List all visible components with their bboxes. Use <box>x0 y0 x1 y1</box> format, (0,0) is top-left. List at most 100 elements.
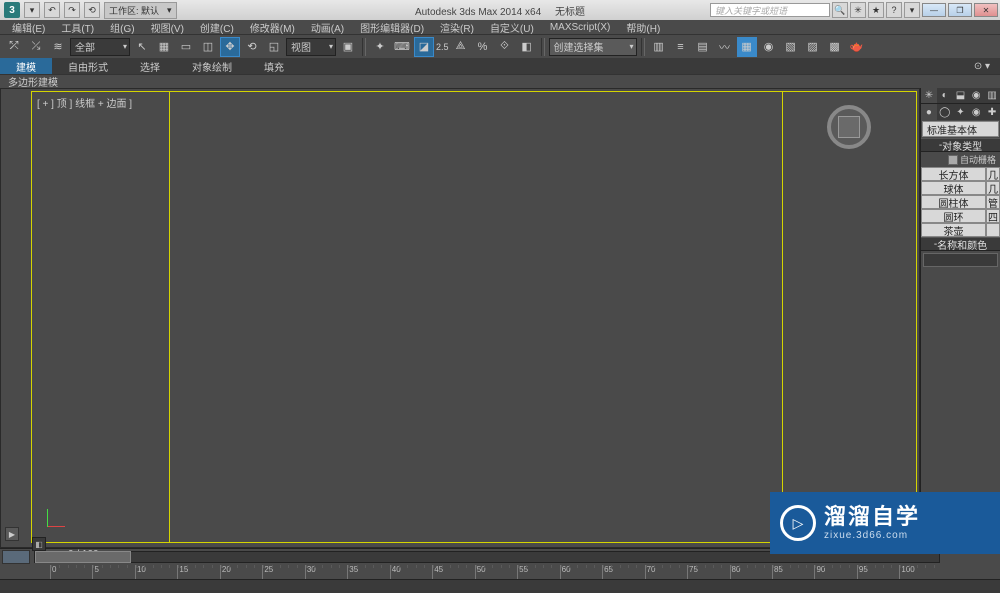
use-center-icon[interactable]: ▣ <box>338 37 358 57</box>
motion-tab-icon[interactable]: ◉ <box>968 88 984 103</box>
layers-icon[interactable]: ▤ <box>693 37 713 57</box>
helpers-subtab-icon[interactable]: ✚ <box>984 104 1000 120</box>
create-tab-icon[interactable]: ✳ <box>921 88 937 103</box>
primitive-cone-button[interactable]: 几 <box>986 167 1000 181</box>
angle-snap-icon[interactable]: ⟁ <box>451 37 471 57</box>
snap-2d-icon[interactable]: ◪ <box>414 37 434 57</box>
spinner-snap-icon[interactable]: ⟐ <box>495 37 515 57</box>
comm-icon[interactable]: ✳ <box>850 2 866 18</box>
ribbon-panel: 多边形建模 <box>0 74 1000 88</box>
scroll-right-icon[interactable]: ▶ <box>5 527 19 541</box>
select-object-icon[interactable]: ↖ <box>132 37 152 57</box>
workspace-selector[interactable]: 工作区: 默认▾ <box>104 2 177 19</box>
menu-animation[interactable]: 动画(A) <box>303 20 352 35</box>
curve-editor-icon[interactable]: 〰 <box>715 37 735 57</box>
render-production-icon[interactable]: ▩ <box>825 37 845 57</box>
minimize-button[interactable]: — <box>922 3 946 17</box>
modify-tab-icon[interactable]: ◐ <box>937 88 953 103</box>
render-frame-icon[interactable]: ▨ <box>803 37 823 57</box>
redo-icon[interactable]: ↷ <box>64 2 80 18</box>
material-editor-icon[interactable]: ◉ <box>759 37 779 57</box>
edit-named-sel-icon[interactable]: ◧ <box>517 37 537 57</box>
app-icon[interactable]: 3 <box>4 2 20 18</box>
menu-help[interactable]: 帮助(H) <box>618 20 668 35</box>
primitive-plane-button[interactable] <box>986 223 1000 237</box>
timeline: ◧ 0 / 100 051015202530354045505560657075… <box>0 548 1000 592</box>
shapes-subtab-icon[interactable]: ◯ <box>937 104 953 120</box>
object-type-rollout[interactable]: - 对象类型 <box>921 138 1000 152</box>
open-icon[interactable]: ▾ <box>24 2 40 18</box>
tab-selection[interactable]: 选择 <box>124 58 176 74</box>
keyboard-shortcut-icon[interactable]: ⌨ <box>392 37 412 57</box>
menu-maxscript[interactable]: MAXScript(X) <box>542 22 619 33</box>
primitive-pyramid-button[interactable]: 四 <box>986 209 1000 223</box>
primitive-geosphere-button[interactable]: 几 <box>986 181 1000 195</box>
category-dropdown[interactable]: 标准基本体 <box>922 121 999 137</box>
bind-space-icon[interactable]: ≋ <box>48 37 68 57</box>
viewcube[interactable] <box>827 105 871 149</box>
primitive-cylinder-button[interactable]: 圆柱体 <box>921 195 986 209</box>
undo-icon[interactable]: ↶ <box>44 2 60 18</box>
menu-modifiers[interactable]: 修改器(M) <box>242 20 303 35</box>
schematic-view-icon[interactable]: ▦ <box>737 37 757 57</box>
render-setup-icon[interactable]: ▧ <box>781 37 801 57</box>
selection-filter-dropdown[interactable]: 全部 <box>70 38 130 56</box>
select-scale-icon[interactable]: ◱ <box>264 37 284 57</box>
select-name-icon[interactable]: ▦ <box>154 37 174 57</box>
manipulate-icon[interactable]: ✦ <box>370 37 390 57</box>
tab-freeform[interactable]: 自由形式 <box>52 58 124 74</box>
help-icon[interactable]: ? <box>886 2 902 18</box>
time-slider-start[interactable] <box>2 550 30 564</box>
hierarchy-tab-icon[interactable]: ⬓ <box>953 88 969 103</box>
menu-bar: 编辑(E) 工具(T) 组(G) 视图(V) 创建(C) 修改器(M) 动画(A… <box>0 20 1000 34</box>
menu-edit[interactable]: 编辑(E) <box>4 20 53 35</box>
render-icon[interactable]: 🫖 <box>847 37 867 57</box>
window-crossing-icon[interactable]: ◫ <box>198 37 218 57</box>
menu-views[interactable]: 视图(V) <box>143 20 192 35</box>
tab-populate[interactable]: 填充 <box>248 58 300 74</box>
object-name-input[interactable] <box>923 253 998 267</box>
mirror-icon[interactable]: ▥ <box>649 37 669 57</box>
keyframe-mode-icon[interactable]: ◧ <box>32 537 46 551</box>
primitive-torus-button[interactable]: 圆环 <box>921 209 986 223</box>
lights-subtab-icon[interactable]: ✦ <box>953 104 969 120</box>
primitive-tube-button[interactable]: 管 <box>986 195 1000 209</box>
menu-tools[interactable]: 工具(T) <box>53 20 102 35</box>
primitive-teapot-button[interactable]: 茶壶 <box>921 223 986 237</box>
cameras-subtab-icon[interactable]: ◉ <box>968 104 984 120</box>
ribbon-toggle-icon[interactable]: ⊙ ▾ <box>964 61 1000 72</box>
geometry-subtab-icon[interactable]: ● <box>921 104 937 120</box>
select-move-icon[interactable]: ✥ <box>220 37 240 57</box>
menu-group[interactable]: 组(G) <box>102 20 142 35</box>
close-button[interactable]: ✕ <box>974 3 998 17</box>
star-icon[interactable]: ★ <box>868 2 884 18</box>
ref-coord-dropdown[interactable]: 视图 <box>286 38 336 56</box>
select-link-icon[interactable]: ⤱ <box>4 37 24 57</box>
menu-rendering[interactable]: 渲染(R) <box>432 20 482 35</box>
tab-modeling[interactable]: 建模 <box>0 58 52 74</box>
menu-grapheditors[interactable]: 图形编辑器(D) <box>352 20 432 35</box>
menu-customize[interactable]: 自定义(U) <box>482 20 542 35</box>
autogrid-checkbox[interactable] <box>948 155 958 165</box>
display-tab-icon[interactable]: ▥ <box>984 88 1000 103</box>
tab-objectpaint[interactable]: 对象绘制 <box>176 58 248 74</box>
viewport[interactable]: [ + ] 顶 ] 线框 + 边面 ] ● ● ▶ <box>0 88 920 548</box>
percent-snap-icon[interactable]: % <box>473 37 493 57</box>
name-color-rollout[interactable]: - 名称和颜色 <box>921 237 1000 251</box>
primitive-box-button[interactable]: 长方体 <box>921 167 986 181</box>
select-rect-icon[interactable]: ▭ <box>176 37 196 57</box>
link-icon[interactable]: ⟲ <box>84 2 100 18</box>
time-ruler[interactable]: 0510152025303540455055606570758085909510… <box>50 565 942 579</box>
select-rotate-icon[interactable]: ⟲ <box>242 37 262 57</box>
viewport-label[interactable]: [ + ] 顶 ] 线框 + 边面 ] <box>37 95 132 110</box>
help-search-input[interactable]: 键入关键字或短语 <box>710 3 830 17</box>
signin-icon[interactable]: ▾ <box>904 2 920 18</box>
menu-create[interactable]: 创建(C) <box>192 20 242 35</box>
align-icon[interactable]: ≡ <box>671 37 691 57</box>
unlink-icon[interactable]: ⤰ <box>26 37 46 57</box>
time-scrub-handle[interactable] <box>35 551 131 563</box>
named-selection-dropdown[interactable]: 创建选择集 <box>549 38 637 56</box>
maximize-button[interactable]: ❐ <box>948 3 972 17</box>
search-icon[interactable]: 🔍 <box>832 2 848 18</box>
primitive-sphere-button[interactable]: 球体 <box>921 181 986 195</box>
